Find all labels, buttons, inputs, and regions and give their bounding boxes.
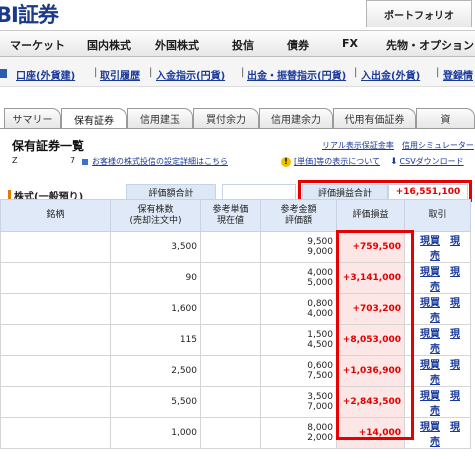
- subnav-foreign-account[interactable]: 口座(外貨建): [16, 67, 75, 82]
- tab-holdings[interactable]: 保有証券: [61, 108, 127, 129]
- ref-price: [200, 293, 261, 325]
- unit-info-wrap[interactable]: ! [単価]等の表示について: [281, 156, 380, 167]
- quantity: 2,500: [110, 355, 201, 387]
- buy-link[interactable]: 現買: [420, 267, 440, 278]
- page-title: 保有証券一覧: [12, 139, 85, 153]
- stock-name[interactable]: [0, 324, 111, 356]
- unit-info-link[interactable]: [単価]等の表示について: [294, 157, 380, 166]
- real-margin-link[interactable]: リアル表示保証金率: [322, 140, 394, 151]
- tab-underline: [0, 128, 475, 129]
- col-ref-amount: 参考金額 評価額: [260, 199, 337, 232]
- square-bullet-icon: [82, 158, 88, 165]
- nav-futures-options[interactable]: 先物・オプション: [386, 37, 474, 53]
- trade-actions: 現買 現売: [404, 293, 471, 325]
- ref-amount: 9,500 9,000: [260, 231, 337, 263]
- tab-summary[interactable]: サマリー: [4, 108, 61, 128]
- stock-name[interactable]: [0, 417, 111, 449]
- ref-price: [200, 231, 261, 263]
- quantity: 3,500: [110, 231, 201, 263]
- ref-price: [200, 355, 261, 387]
- trade-actions: 現買 現売: [404, 386, 471, 418]
- tab-collateral[interactable]: 代用有価証券: [333, 108, 416, 128]
- col-name: 銘柄: [0, 199, 111, 232]
- trade-actions: 現買 現売: [404, 231, 471, 263]
- subnav-marker: [0, 69, 7, 78]
- csv-download-wrap[interactable]: ⬇ CSVダウンロード: [390, 156, 464, 167]
- stock-name[interactable]: [0, 355, 111, 387]
- csv-download-link[interactable]: CSVダウンロード: [400, 157, 464, 166]
- pl-column-highlight: [336, 230, 414, 440]
- ref-price: [200, 386, 261, 418]
- ref-amount: 1,500 4,500: [260, 324, 337, 356]
- buy-link[interactable]: 現買: [420, 298, 440, 309]
- ref-price: [200, 324, 261, 356]
- quantity: 90: [110, 262, 201, 294]
- trade-actions: 現買 現売: [404, 324, 471, 356]
- nav-fx[interactable]: FX: [342, 37, 358, 50]
- main-nav: マーケット 国内株式 外国株式 投信 債券 FX 先物・オプション: [0, 30, 475, 57]
- ref-amount: 4,000 5,000: [260, 262, 337, 294]
- eval-total-label: 評価額合計: [126, 184, 216, 200]
- download-icon: ⬇: [390, 156, 398, 167]
- quantity: 1,000: [110, 417, 201, 449]
- trade-actions: 現買 現売: [404, 355, 471, 387]
- account-subnav: 口座(外貨建) | 取引履歴 | 入金指示(円貨) | 出金・振替指示(円貨) …: [0, 57, 475, 87]
- notice-link-wrap[interactable]: お客様の株式投信の設定詳細はこちら: [82, 156, 228, 167]
- col-quantity: 保有株数 (売却注文中): [110, 199, 201, 232]
- quantity: 5,500: [110, 386, 201, 418]
- margin-simulator-link[interactable]: 信用シミュレーター: [402, 140, 474, 151]
- ref-amount: 0,600 7,500: [260, 355, 337, 387]
- brand-logo[interactable]: BI証券: [0, 0, 59, 29]
- trade-actions: 現買 現売: [404, 262, 471, 294]
- separator: |: [241, 67, 245, 78]
- holding-count: 7: [70, 156, 76, 165]
- separator: |: [354, 67, 358, 78]
- nav-foreign-stocks[interactable]: 外国株式: [155, 37, 199, 53]
- col-profit-loss: 評価損益: [336, 199, 405, 232]
- tab-buying-power[interactable]: 買付余力: [193, 108, 259, 128]
- trade-actions: 現買 現売: [404, 417, 471, 449]
- tab-margin-power[interactable]: 信用建余力: [259, 108, 333, 128]
- eval-total-value: [222, 184, 296, 200]
- separator: |: [94, 67, 98, 78]
- tab-margin-positions[interactable]: 信用建玉: [127, 108, 193, 128]
- subnav-withdraw[interactable]: 出金・振替指示(円貨): [247, 67, 346, 82]
- row-prefix: Z: [12, 156, 18, 165]
- buy-link[interactable]: 現買: [420, 422, 440, 433]
- separator: |: [436, 67, 440, 78]
- quantity: 115: [110, 324, 201, 356]
- buy-link[interactable]: 現買: [420, 391, 440, 402]
- subnav-foreign-transfer[interactable]: 入出金(外貨): [361, 67, 420, 82]
- quantity: 1,600: [110, 293, 201, 325]
- nav-market[interactable]: マーケット: [10, 37, 65, 53]
- stock-name[interactable]: [0, 293, 111, 325]
- warning-icon: !: [281, 156, 291, 167]
- nav-domestic-stocks[interactable]: 国内株式: [87, 37, 131, 53]
- table-header-row: 銘柄 保有株数 (売却注文中) 参考単価 現在値 参考金額 評価額 評価損益 取引: [0, 199, 471, 232]
- buy-link[interactable]: 現買: [420, 329, 440, 340]
- stock-name[interactable]: [0, 231, 111, 263]
- portfolio-button[interactable]: ポートフォリオ: [366, 0, 472, 27]
- col-trade: 取引: [404, 199, 471, 232]
- ref-amount: 3,500 7,000: [260, 386, 337, 418]
- ref-amount: 0,800 4,000: [260, 293, 337, 325]
- subnav-history[interactable]: 取引履歴: [100, 67, 140, 82]
- subnav-registration[interactable]: 登録情: [443, 67, 473, 82]
- stock-name[interactable]: [0, 386, 111, 418]
- notice-link[interactable]: お客様の株式投信の設定詳細はこちら: [92, 157, 228, 166]
- col-ref-price: 参考単価 現在値: [200, 199, 261, 232]
- ref-amount: 8,000 2,000: [260, 417, 337, 449]
- nav-investment-trust[interactable]: 投信: [232, 37, 254, 53]
- buy-link[interactable]: 現買: [420, 360, 440, 371]
- ref-price: [200, 417, 261, 449]
- ref-price: [200, 262, 261, 294]
- nav-bonds[interactable]: 債券: [287, 37, 309, 53]
- subnav-deposit[interactable]: 入金指示(円貨): [156, 67, 225, 82]
- stock-name[interactable]: [0, 262, 111, 294]
- separator: |: [149, 67, 153, 78]
- tab-assets[interactable]: 資: [416, 108, 475, 128]
- buy-link[interactable]: 現買: [420, 236, 440, 247]
